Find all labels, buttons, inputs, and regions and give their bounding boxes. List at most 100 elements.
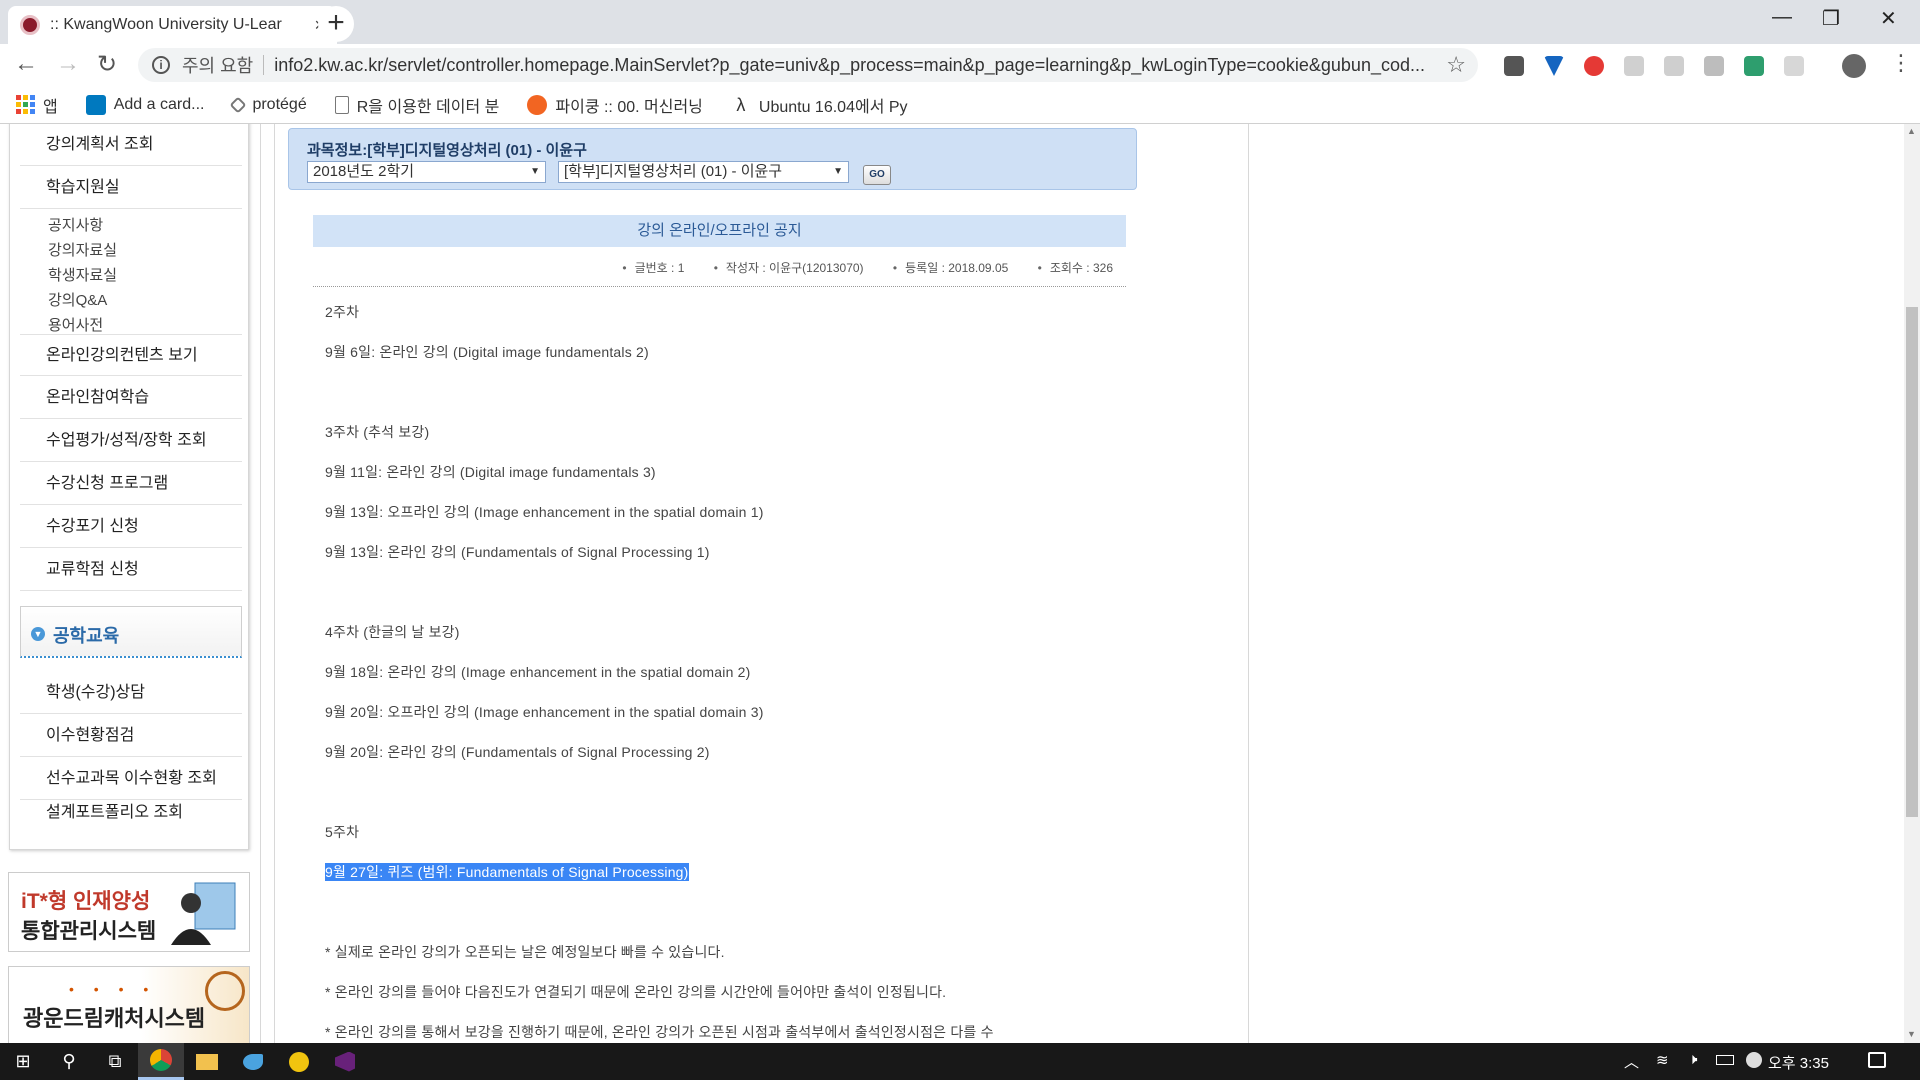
extension-ex-icon[interactable] — [1624, 56, 1644, 76]
banner-dots: • • • • — [69, 981, 157, 997]
sub-item-lecture-materials[interactable]: 강의자료실 — [48, 239, 117, 260]
sidebar: 강의계획서 조회 학습지원실 공지사항 강의자료실 학생자료실 강의Q&A 용어… — [9, 124, 249, 850]
menu-completion-check[interactable]: 이수현황점검 — [20, 715, 242, 757]
scroll-up-icon[interactable]: ▲ — [1907, 126, 1916, 136]
notice-line: 9월 13일: 오프라인 강의 (Image enhancement in th… — [325, 504, 764, 520]
search-icon[interactable]: ⚲ — [46, 1043, 92, 1080]
post-views: 조회수 : 326 — [1038, 261, 1113, 275]
clock[interactable]: 오후 3:35 — [1768, 1052, 1829, 1073]
notice-line: 9월 20일: 온라인 강의 (Fundamentals of Signal P… — [325, 744, 710, 760]
menu-syllabus[interactable]: 강의계획서 조회 — [20, 124, 242, 166]
dotted-divider — [313, 286, 1126, 287]
start-button[interactable]: ⊞ — [0, 1043, 46, 1080]
bookmark-pycoong[interactable]: 파이쿵 :: 00. 머신러닝 — [527, 93, 703, 117]
chrome-taskbar-icon[interactable] — [138, 1043, 184, 1080]
notice-line: * 온라인 강의를 들어야 다음진도가 연결되기 때문에 온라인 강의를 시간안… — [325, 984, 947, 1000]
it-talent-banner[interactable]: iT*형 인재양성 통합관리시스템 — [8, 872, 250, 952]
extension-shield-icon[interactable] — [1504, 56, 1524, 76]
reload-button[interactable]: ↻ — [97, 50, 117, 79]
menu-exchange-credit[interactable]: 교류학점 신청 — [20, 549, 242, 591]
close-window-button[interactable]: ✕ — [1880, 6, 1897, 31]
dropbox-icon[interactable] — [1784, 56, 1804, 76]
profile-avatar[interactable] — [1842, 54, 1866, 78]
info-icon[interactable]: i — [152, 56, 170, 74]
scroll-down-icon[interactable]: ▼ — [1907, 1029, 1916, 1039]
sub-item-glossary[interactable]: 용어사전 — [48, 314, 103, 335]
address-bar[interactable]: i 주의 요함 info2.kw.ac.kr/servlet/controlle… — [138, 48, 1478, 82]
semester-select[interactable]: 2018년도 2학기 ▼ — [307, 161, 546, 183]
minimize-button[interactable]: — — [1772, 6, 1792, 29]
tab-bar: :: KwangWoon University U-Lear × + — ❐ ✕ — [0, 0, 1920, 44]
left-divider — [274, 124, 275, 1043]
tray-chevron-icon[interactable]: ︿ — [1624, 1051, 1639, 1072]
semester-value: 2018년도 2학기 — [313, 163, 415, 180]
post-author: 작성자 : 이윤구(12013070) — [714, 261, 864, 275]
notice-line: 9월 18일: 온라인 강의 (Image enhancement in the… — [325, 664, 751, 680]
security-status[interactable]: 주의 요함 — [182, 52, 253, 78]
windows-taskbar: ⊞ ⚲ ⧉ ︿ ≋ 🕨 오후 3:35 — [0, 1043, 1920, 1080]
menu-study-room[interactable]: 학습지원실 — [20, 167, 242, 209]
browser-tab[interactable]: :: KwangWoon University U-Lear × — [8, 6, 337, 44]
bookmark-label: 파이쿵 :: 00. 머신러닝 — [555, 98, 703, 116]
person-computer-icon — [171, 882, 236, 945]
bookmark-star-icon[interactable]: ☆ — [1446, 52, 1466, 78]
subject-select[interactable]: [학부]디지털영상처리 (01) - 이윤구 ▼ — [558, 161, 849, 183]
menu-drop-course[interactable]: 수강포기 신청 — [20, 506, 242, 548]
menu-evaluation-grades[interactable]: 수업평가/성적/장학 조회 — [20, 420, 242, 462]
sub-item-student-materials[interactable]: 학생자료실 — [48, 264, 117, 285]
engineering-education-header[interactable]: ▼ 공학교육 — [20, 606, 242, 658]
wifi-icon[interactable]: ≋ — [1656, 1051, 1669, 1069]
bookmark-trello[interactable]: Add a card... — [85, 94, 204, 115]
menu-registration[interactable]: 수강신청 프로그램 — [20, 463, 242, 505]
tray-app-icon[interactable] — [1746, 1052, 1762, 1068]
notice-title: 강의 온라인/오프라인 공지 — [313, 215, 1126, 247]
sub-item-qna[interactable]: 강의Q&A — [48, 289, 107, 310]
bookmark-ubuntu[interactable]: λ Ubuntu 16.04에서 Py — [731, 93, 908, 117]
visual-studio-icon[interactable] — [322, 1043, 368, 1080]
url-text[interactable]: info2.kw.ac.kr/servlet/controller.homepa… — [274, 55, 1434, 76]
notice-line: 5주차 — [325, 824, 360, 840]
menu-counseling[interactable]: 학생(수강)상담 — [20, 672, 242, 714]
notice-line: 9월 11일: 온라인 강의 (Digital image fundamenta… — [325, 464, 656, 480]
go-button[interactable]: GO — [863, 165, 891, 185]
chrome-icon — [150, 1049, 172, 1071]
page-scrollbar[interactable]: ▲ ▼ — [1904, 124, 1920, 1043]
task-view-icon[interactable]: ⧉ — [92, 1043, 138, 1080]
bookmark-protege[interactable]: protégé — [229, 96, 307, 114]
battery-icon[interactable] — [1716, 1055, 1734, 1065]
media-player-icon[interactable] — [276, 1043, 322, 1080]
banner-line: 광운드림캐처시스템 — [23, 1006, 206, 1031]
bookmark-apps[interactable]: 앱 — [16, 93, 58, 117]
bookmark-r-data[interactable]: R을 이용한 데이터 분 — [334, 93, 499, 117]
menu-online-participation[interactable]: 온라인참여학습 — [20, 377, 242, 419]
apps-grid-icon — [16, 95, 35, 114]
notice-line: 2주차 — [325, 304, 360, 320]
notification-center-icon[interactable] — [1868, 1052, 1886, 1068]
extension-s-icon[interactable] — [1744, 56, 1764, 76]
new-tab-button[interactable]: + — [318, 6, 354, 42]
play-icon — [289, 1051, 309, 1072]
sub-item-notice[interactable]: 공지사항 — [48, 214, 103, 235]
extension-i-icon[interactable] — [1704, 56, 1724, 76]
course-title: 과목정보:[학부]디지털영상처리 (01) - 이윤구 — [307, 142, 587, 159]
forward-button[interactable]: → — [56, 50, 80, 78]
maximize-button[interactable]: ❐ — [1822, 6, 1840, 31]
extension-person-icon[interactable] — [1664, 56, 1684, 76]
file-explorer-icon[interactable] — [184, 1043, 230, 1080]
bird-app-icon[interactable] — [230, 1043, 276, 1080]
vs-icon — [335, 1051, 355, 1072]
menu-online-contents[interactable]: 온라인강의컨텐츠 보기 — [20, 334, 242, 376]
page-icon — [334, 95, 349, 114]
scroll-thumb[interactable] — [1906, 307, 1918, 817]
menu-design-portfolio[interactable]: 설계포트폴리오 조회 — [20, 792, 242, 834]
menu-kebab-icon[interactable]: ⋮ — [1890, 50, 1912, 76]
speaker-muted-icon[interactable]: 🕨 — [1688, 1051, 1697, 1068]
dream-catcher-banner[interactable]: • • • • 광운드림캐처시스템 — [8, 966, 250, 1043]
engineering-education-label: 공학교육 — [53, 626, 120, 646]
selected-text: 9월 27일: 퀴즈 (범위: Fundamentals of Signal P… — [325, 863, 689, 881]
page-content: 강의계획서 조회 학습지원실 공지사항 강의자료실 학생자료실 강의Q&A 용어… — [0, 124, 1904, 1043]
back-button[interactable]: ← — [14, 50, 38, 78]
opera-icon[interactable] — [1584, 56, 1604, 76]
bookmark-label: Ubuntu 16.04에서 Py — [758, 98, 908, 116]
extension-v-icon[interactable] — [1544, 56, 1564, 76]
